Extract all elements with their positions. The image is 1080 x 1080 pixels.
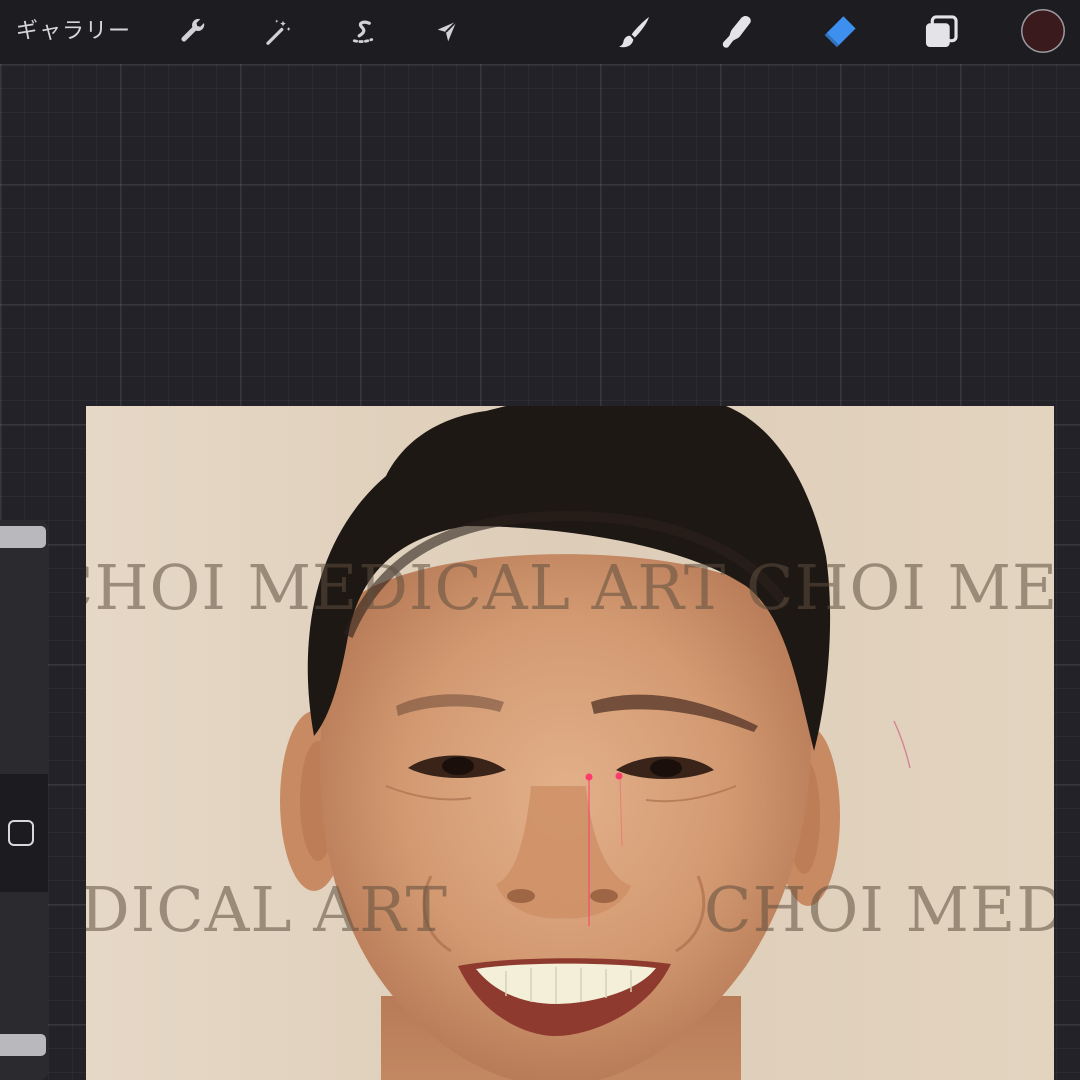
eraser-icon <box>823 16 856 49</box>
brush-size-slider-handle[interactable] <box>0 526 46 548</box>
top-toolbar: ギャラリー <box>0 0 1080 64</box>
color-picker-button[interactable] <box>1021 9 1065 53</box>
portrait-photo <box>280 406 911 1080</box>
gallery-button[interactable]: ギャラリー <box>16 16 131 48</box>
brush-tool-button[interactable] <box>612 10 656 54</box>
paintbrush-icon <box>619 16 650 48</box>
layers-button[interactable] <box>919 10 963 54</box>
procreate-app: ギャラリー CHOI MEDICAL ART CHOI ME DICAL ART… <box>0 0 1080 1080</box>
smudge-tool-button[interactable] <box>715 10 759 54</box>
guide-point-right <box>615 772 623 780</box>
wrench-icon <box>181 18 205 42</box>
watermark-text: CHOI MEDI <box>746 551 1054 624</box>
smudge-finger-icon <box>722 16 751 48</box>
guide-point-left <box>585 773 593 781</box>
selection-s-icon <box>352 20 374 43</box>
watermark-text: CHOI MEDI <box>704 873 1054 946</box>
eraser-tool-button[interactable] <box>817 10 861 54</box>
adjustments-button[interactable] <box>256 10 300 54</box>
watermark-text: DICAL ART <box>86 873 449 946</box>
square-outline-icon[interactable] <box>8 820 34 846</box>
sketch-stroke <box>893 720 911 769</box>
selection-button[interactable] <box>341 10 385 54</box>
watermark-text: CHOI MEDICAL ART <box>86 551 727 624</box>
arrow-cursor-icon <box>437 20 457 42</box>
transform-button[interactable] <box>425 10 469 54</box>
actions-button[interactable] <box>171 10 215 54</box>
opacity-slider-handle[interactable] <box>0 1034 46 1056</box>
magic-wand-icon <box>266 19 291 45</box>
layers-icon <box>925 15 958 48</box>
drawing-document[interactable]: CHOI MEDICAL ART CHOI MEDI DICAL ART CHO… <box>86 406 1054 1080</box>
left-sidebar <box>0 520 48 1080</box>
